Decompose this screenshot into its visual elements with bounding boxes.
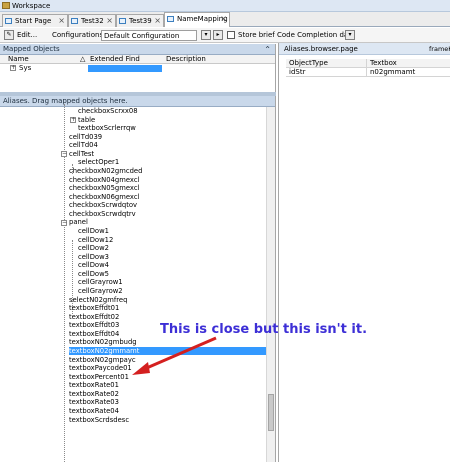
scrollbar-thumb[interactable]	[268, 394, 274, 431]
tree-node[interactable]: selectOper1	[78, 158, 119, 167]
tree-node[interactable]: textboxScrdsdesc	[69, 416, 129, 425]
column-name[interactable]: Name	[8, 55, 29, 64]
namemapping-icon	[167, 16, 174, 22]
properties-path: Aliases.browser.page	[284, 45, 358, 53]
properties-panel: Aliases.browser.page frameKi	[278, 43, 450, 462]
column-objecttype: ObjectType	[289, 59, 328, 67]
tree-node[interactable]: cellDow12	[78, 236, 113, 245]
tree-node[interactable]: cellDow1	[78, 227, 109, 236]
column-divider	[366, 59, 367, 68]
tree-node[interactable]: textboxRate04	[69, 407, 119, 416]
properties-table: ObjectType Textbox idStr n02gmmamt	[286, 59, 450, 77]
tree-node[interactable]: cellTest	[69, 150, 94, 159]
tree-node[interactable]: cellTd039	[69, 133, 102, 142]
tree-node[interactable]: textboxRate03	[69, 398, 119, 407]
row-name: Sys	[19, 64, 32, 72]
mapped-objects-panel: Mapped Objects ⌃ Name △ Extended Find De…	[0, 44, 276, 92]
tree-node[interactable]: textboxEffdt04	[69, 330, 119, 339]
property-value[interactable]: n02gmmamt	[370, 68, 415, 77]
tree-node[interactable]: checkboxScrxx08	[78, 107, 138, 116]
tree-node[interactable]: textboxEffdt02	[69, 313, 119, 322]
store-code-completion-checkbox[interactable]	[227, 31, 235, 39]
tree-node[interactable]: cellGrayrow1	[78, 278, 123, 287]
window-title: Workspace	[12, 2, 51, 10]
tree-node[interactable]: textboxRate01	[69, 381, 119, 390]
close-icon[interactable]: ×	[58, 15, 65, 27]
tree-node[interactable]: cellDow2	[78, 244, 109, 253]
tree-node[interactable]: cellGrayrow2	[78, 287, 123, 296]
aliases-title: Aliases. Drag mapped objects here.	[3, 97, 128, 105]
tree-node[interactable]: cellDow4	[78, 261, 109, 270]
mapped-objects-header: Mapped Objects ⌃	[0, 44, 275, 55]
column-divider	[366, 68, 367, 77]
tab-test39[interactable]: Test39 ×	[116, 14, 164, 27]
tree-node[interactable]: checkboxN02gmcded	[69, 167, 142, 176]
properties-table-header: ObjectType Textbox	[286, 59, 450, 68]
tree-node[interactable]: checkboxN05gmexcl	[69, 184, 139, 193]
test-icon	[119, 18, 126, 24]
configuration-select[interactable]: Default Configuration	[101, 30, 197, 41]
tree-node[interactable]: textboxScrlerrqw	[78, 124, 136, 133]
aliases-header: Aliases. Drag mapped objects here.	[0, 96, 275, 107]
expand-icon[interactable]: +	[10, 65, 16, 71]
tree-node[interactable]: textboxEffdt03	[69, 321, 119, 330]
extended-find-cell[interactable]	[88, 65, 162, 72]
close-icon[interactable]: ×	[154, 15, 161, 27]
edit-icon[interactable]: ✎	[4, 30, 14, 40]
properties-header: Aliases.browser.page frameKi	[279, 43, 450, 55]
tab-label: Test32	[81, 17, 104, 25]
edit-button[interactable]: Edit...	[17, 30, 37, 41]
tree-node[interactable]: selectN02gmfreq	[69, 296, 127, 305]
workspace-window: { "window": { "title": "Workspace" }, "t…	[0, 0, 450, 462]
manage-configurations-icon[interactable]: ▸	[213, 30, 223, 40]
expand-icon[interactable]: −	[61, 219, 67, 226]
store-code-completion-label: Store brief Code Completion data	[238, 31, 356, 39]
sort-arrow-icon: △	[80, 55, 86, 63]
tree-node[interactable]: checkboxScrwdqtrv	[69, 210, 136, 219]
mapped-objects-columns: Name △ Extended Find Description	[0, 55, 275, 64]
tab-test32[interactable]: Test32 ×	[68, 14, 116, 27]
workspace-icon	[2, 2, 10, 9]
tab-namemapping[interactable]: NameMapping ×	[164, 12, 230, 27]
expand-icon[interactable]: +	[70, 117, 76, 124]
tab-label: Test39	[129, 17, 152, 25]
tree-node[interactable]: checkboxScrwdqtov	[69, 201, 137, 210]
property-key: idStr	[289, 68, 306, 76]
collapse-icon[interactable]: ⌃	[264, 44, 271, 55]
store-dropdown-icon[interactable]: ▾	[345, 30, 355, 40]
annotation-callout: This is close but this isn't it.	[160, 322, 368, 337]
aliases-scrollbar[interactable]	[266, 107, 275, 462]
tree-node[interactable]: cellDow3	[78, 253, 109, 262]
tree-node[interactable]: textboxEffdt01	[69, 304, 119, 313]
column-textbox: Textbox	[370, 59, 397, 67]
configurations-label: Configurations	[52, 31, 104, 39]
aliases-panel: Aliases. Drag mapped objects here.	[0, 96, 276, 462]
tree-node[interactable]: textboxRate02	[69, 390, 119, 399]
tree-node[interactable]: cellTd04	[69, 141, 98, 150]
title-bar: Workspace	[0, 0, 450, 12]
tree-node[interactable]: checkboxN06gmexcl	[69, 193, 139, 202]
close-icon[interactable]: ×	[106, 15, 113, 27]
tab-label: Start Page	[15, 17, 52, 25]
toolbar: ✎ Edit... Configurations Default Configu…	[0, 28, 450, 43]
tree-node[interactable]: checkboxN04gmexcl	[69, 176, 139, 185]
tree-node[interactable]: panel	[69, 218, 88, 227]
column-extended-find[interactable]: Extended Find	[90, 55, 140, 64]
properties-path-suffix: frameKi	[429, 45, 450, 53]
test-icon	[71, 18, 78, 24]
mapped-objects-row[interactable]: + Sys	[0, 64, 275, 73]
annotation-arrow	[132, 336, 217, 375]
tree-node[interactable]: table	[78, 116, 95, 125]
tree-node[interactable]: cellDow5	[78, 270, 109, 279]
mapped-objects-title: Mapped Objects	[3, 45, 60, 53]
tree-guide-line	[64, 104, 65, 462]
close-icon[interactable]: ×	[220, 13, 227, 25]
table-row[interactable]: idStr n02gmmamt	[286, 68, 450, 77]
page-icon	[5, 18, 12, 24]
dropdown-arrow-icon[interactable]: ▾	[201, 30, 211, 40]
tab-start-page[interactable]: Start Page ×	[2, 14, 68, 27]
expand-icon[interactable]: −	[61, 151, 67, 158]
column-description[interactable]: Description	[166, 55, 206, 64]
